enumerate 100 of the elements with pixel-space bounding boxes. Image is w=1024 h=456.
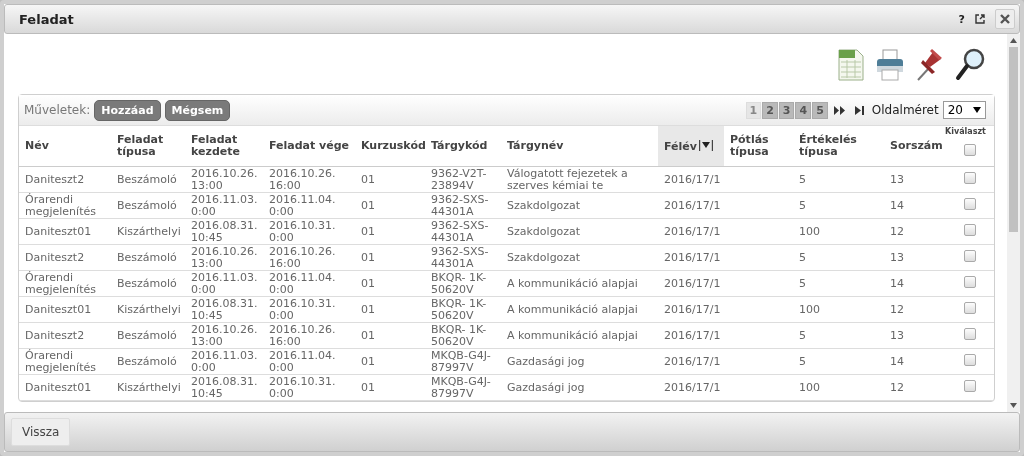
- scroll-up-icon[interactable]: [1010, 38, 1017, 43]
- table-cell: Daniteszt01: [25, 380, 92, 394]
- next-page-icon[interactable]: [833, 105, 846, 115]
- page-size-select[interactable]: 20: [942, 101, 986, 119]
- table-cell: 2016.10.31. 0:00: [269, 374, 336, 400]
- table-cell: A kommunikáció alapjai: [507, 276, 638, 290]
- table-cell: 01: [361, 380, 375, 394]
- table-cell: 2016.11.03. 0:00: [191, 192, 258, 218]
- column-header[interactable]: Kiválaszt: [945, 126, 994, 167]
- table-cell: Szakdolgozat: [507, 250, 581, 264]
- table-cell: 14: [890, 198, 904, 212]
- table-cell: BKQR- 1K-50620V: [431, 296, 487, 322]
- page-size-label: Oldalméret: [871, 103, 939, 117]
- sort-icon[interactable]: [698, 139, 713, 151]
- row-checkbox[interactable]: [963, 380, 976, 392]
- table-cell: Beszámoló: [117, 354, 177, 368]
- column-header[interactable]: Pótlás típusa: [724, 126, 793, 167]
- row-checkbox[interactable]: [963, 250, 976, 262]
- table-cell: 2016.11.04. 0:00: [269, 270, 336, 296]
- back-button[interactable]: Vissza: [11, 418, 71, 446]
- toolbar-button[interactable]: Hozzáad: [94, 99, 161, 121]
- table-cell: Beszámoló: [117, 276, 177, 290]
- table-cell: Válogatott fejezetek a szerves kémiai te: [507, 166, 628, 192]
- column-header[interactable]: Feladat vége: [263, 126, 355, 167]
- popout-icon[interactable]: [975, 14, 985, 24]
- table-cell: 5: [799, 198, 806, 212]
- page-button[interactable]: 4: [795, 101, 812, 119]
- table-cell: 2016.10.26. 16:00: [269, 166, 336, 192]
- table-cell: 9362-V2T-23894V: [431, 166, 487, 192]
- spreadsheet-icon[interactable]: [837, 48, 865, 82]
- table-cell: 01: [361, 328, 375, 342]
- table-cell: 14: [890, 276, 904, 290]
- row-checkbox[interactable]: [963, 198, 976, 210]
- table-cell: Gazdasági jog: [507, 380, 585, 394]
- table-cell: 01: [361, 276, 375, 290]
- table-cell: 100: [799, 224, 820, 238]
- row-checkbox[interactable]: [963, 172, 976, 184]
- table-cell: 2016/17/1: [664, 276, 721, 290]
- table-cell: Daniteszt2: [25, 250, 85, 264]
- table-cell: MKQB-G4J-87997V: [431, 348, 491, 374]
- table-cell: Beszámoló: [117, 328, 177, 342]
- table-cell: 2016.10.31. 0:00: [269, 218, 336, 244]
- table-cell: Órarendi megjelenítés: [25, 192, 96, 218]
- table-cell: 5: [799, 172, 806, 186]
- table-cell: 9362-SXS-44301A: [431, 192, 489, 218]
- table-cell: 2016/17/1: [664, 224, 721, 238]
- last-page-icon[interactable]: [854, 105, 864, 115]
- table-cell: 01: [361, 224, 375, 238]
- table-cell: Szakdolgozat: [507, 198, 581, 212]
- table-cell: 100: [799, 302, 820, 316]
- page-button[interactable]: 3: [778, 101, 795, 119]
- column-header[interactable]: Név: [19, 126, 111, 167]
- table-cell: A kommunikáció alapjai: [507, 302, 638, 316]
- magnifier-icon[interactable]: [955, 46, 987, 82]
- scrollbar[interactable]: [1007, 34, 1020, 412]
- table-cell: 2016.11.03. 0:00: [191, 270, 258, 296]
- select-all-checkbox[interactable]: [963, 144, 976, 156]
- printer-icon[interactable]: [875, 48, 905, 82]
- table-cell: 14: [890, 354, 904, 368]
- table-cell: 2016.10.26. 13:00: [191, 322, 258, 348]
- window-title: Feladat: [19, 11, 75, 27]
- table-cell: Beszámoló: [117, 172, 177, 186]
- column-header[interactable]: Feladat kezdete: [185, 126, 263, 167]
- table-cell: Beszámoló: [117, 198, 177, 212]
- column-header[interactable]: Feladat típusa: [111, 126, 185, 167]
- column-header[interactable]: Tárgykód: [425, 126, 501, 167]
- table-cell: 9362-SXS-44301A: [431, 218, 489, 244]
- table-cell: Órarendi megjelenítés: [25, 270, 96, 296]
- column-header[interactable]: Félév: [658, 126, 724, 167]
- close-button[interactable]: [995, 9, 1015, 29]
- scroll-down-icon[interactable]: [1010, 403, 1017, 408]
- toolbar-button[interactable]: Mégsem: [164, 99, 231, 121]
- row-checkbox[interactable]: [963, 224, 976, 236]
- table-cell: 2016.11.03. 0:00: [191, 348, 258, 374]
- table-cell: 2016/17/1: [664, 172, 721, 186]
- page-button[interactable]: 2: [762, 101, 778, 119]
- row-checkbox[interactable]: [963, 354, 976, 366]
- row-checkbox[interactable]: [963, 276, 976, 288]
- page-button[interactable]: 5: [812, 101, 828, 119]
- table-cell: 2016.11.04. 0:00: [269, 348, 336, 374]
- row-checkbox[interactable]: [963, 328, 976, 340]
- help-button[interactable]: ?: [958, 12, 965, 26]
- table-cell: 2016.10.26. 13:00: [191, 166, 258, 192]
- table-cell: 12: [890, 224, 904, 238]
- table-cell: 2016/17/1: [664, 198, 721, 212]
- table-cell: 9362-SXS-44301A: [431, 244, 489, 270]
- table-cell: 2016.08.31. 10:45: [191, 296, 258, 322]
- table-cell: 2016.10.26. 16:00: [269, 244, 336, 270]
- table-cell: BKQR- 1K-50620V: [431, 270, 487, 296]
- table-cell: Kiszárthelyi: [117, 224, 181, 238]
- table-cell: Daniteszt01: [25, 302, 92, 316]
- column-header[interactable]: Értékelés típusa: [793, 126, 884, 167]
- table-cell: 01: [361, 198, 375, 212]
- column-header[interactable]: Sorszám: [884, 126, 945, 167]
- row-checkbox[interactable]: [963, 302, 976, 314]
- table-cell: 12: [890, 302, 904, 316]
- table-cell: BKQR- 1K-50620V: [431, 322, 487, 348]
- column-header[interactable]: Kurzuskód: [355, 126, 425, 167]
- table-cell: 2016.10.26. 13:00: [191, 244, 258, 270]
- table-cell: 13: [890, 250, 904, 264]
